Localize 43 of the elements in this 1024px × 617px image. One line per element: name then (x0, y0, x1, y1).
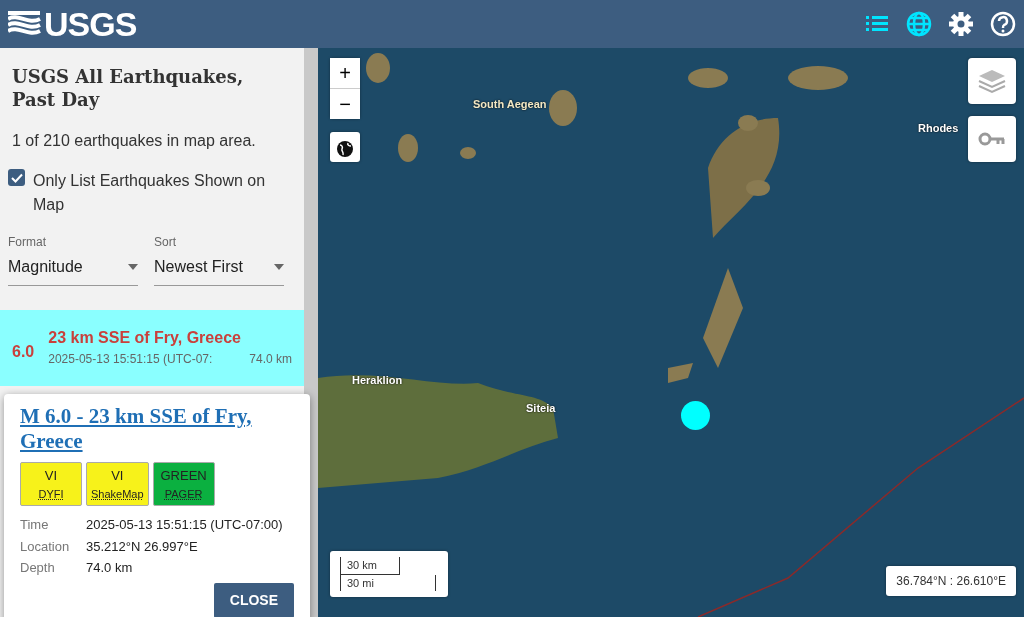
detail-value: 35.212°N 26.997°E (86, 537, 198, 556)
place-label: Siteia (526, 401, 556, 416)
event-time: 2025-05-13 15:51:15 (UTC-07: (48, 351, 213, 368)
place-label: South Aegean (473, 97, 547, 112)
settings-icon[interactable] (948, 11, 974, 37)
format-label: Format (8, 234, 47, 251)
impact-badge[interactable]: GREEN PAGER (152, 462, 215, 507)
layers-icon (978, 68, 1006, 94)
satellite-map[interactable]: + − South Aegean Rhodes Heraklion Siteia 30 km 30 mi 36.784°N : 26.610°E (318, 48, 1024, 617)
place-label: Rhodes (918, 121, 959, 136)
earthquake-title-link[interactable]: M 6.0 - 23 km SSE of Fry, Greece (20, 404, 294, 455)
help-icon[interactable] (990, 11, 1016, 37)
dropdown-caret-icon (274, 264, 284, 270)
globe-button[interactable] (330, 132, 360, 162)
cursor-coordinates: 36.784°N : 26.610°E (886, 566, 1016, 596)
key-icon (978, 131, 1006, 147)
zoom-in-button[interactable]: + (330, 58, 360, 88)
format-select[interactable]: Magnitude (8, 251, 138, 286)
place-name: 23 km SSE of Fry, Greece (48, 328, 242, 348)
detail-value: 2025-05-13 15:51:15 (UTC-07:00) (86, 516, 283, 535)
zoom-out-button[interactable]: − (330, 89, 360, 119)
usgs-logo[interactable]: USGS (44, 0, 137, 50)
earthquake-count: 1 of 210 earthquakes in map area. (11, 131, 257, 151)
sort-label: Sort (154, 234, 177, 251)
event-depth: 74.0 km (249, 351, 292, 368)
list-title: USGS All Earthquakes, Past Day (11, 65, 245, 111)
checkbox-label[interactable]: Only List Earthquakes Shown on Map (33, 169, 296, 217)
detail-value: 74.0 km (86, 559, 133, 578)
dropdown-caret-icon (128, 264, 138, 270)
impact-badge[interactable]: VI DYFI (20, 462, 82, 507)
earthquake-marker[interactable] (681, 401, 710, 430)
close-button[interactable]: CLOSE (213, 582, 294, 617)
detail-label: Depth (20, 559, 56, 578)
magnitude: 6.0 (12, 342, 35, 362)
impact-badge[interactable]: VI ShakeMap (86, 462, 149, 507)
earthquake-list-item[interactable]: 6.0 23 km SSE of Fry, Greece 2025-05-13 15:51:15 (UTC-07: 74.0 km (0, 310, 304, 386)
checkbox[interactable] (8, 169, 25, 186)
detail-label: Time (20, 516, 50, 535)
detail-label: Location (20, 537, 71, 556)
sort-select[interactable]: Newest First (154, 251, 284, 286)
place-label: Heraklion (352, 373, 403, 388)
legend-key-button[interactable] (968, 116, 1016, 162)
scale-bar: 30 km 30 mi (330, 551, 448, 597)
